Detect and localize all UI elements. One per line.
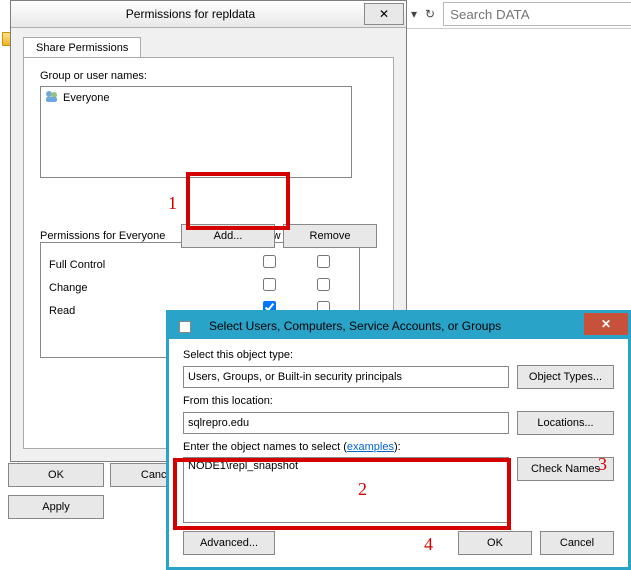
- ok-button[interactable]: OK: [458, 531, 532, 555]
- location-field: [183, 412, 509, 434]
- cancel-button[interactable]: Cancel: [540, 531, 614, 555]
- annotation-3: 3: [598, 454, 607, 475]
- dialog-title: Permissions for repldata: [19, 7, 362, 21]
- arrow-down-icon[interactable]: ▾: [411, 6, 417, 22]
- titlebar: Permissions for repldata ✕: [11, 1, 406, 28]
- perm-name: Change: [49, 279, 242, 297]
- location-label: From this location:: [183, 395, 614, 407]
- group-icon: [45, 89, 59, 106]
- close-button[interactable]: ✕: [364, 3, 404, 25]
- app-icon: [179, 321, 191, 333]
- object-types-button[interactable]: Object Types...: [517, 365, 614, 389]
- annotation-2: 2: [358, 479, 367, 500]
- add-button[interactable]: Add...: [181, 224, 275, 248]
- object-type-label: Select this object type:: [183, 349, 614, 361]
- perm-name: Full Control: [49, 256, 242, 274]
- apply-button[interactable]: Apply: [8, 495, 104, 519]
- annotation-4: 4: [424, 534, 433, 555]
- user-list[interactable]: Everyone: [40, 86, 352, 178]
- allow-checkbox[interactable]: [263, 255, 276, 268]
- refresh-icon[interactable]: ↻: [425, 6, 435, 22]
- list-item-label: Everyone: [63, 92, 109, 104]
- group-label: Group or user names:: [40, 70, 377, 82]
- names-label-post: ):: [394, 441, 401, 453]
- search-input[interactable]: [443, 2, 631, 26]
- explorer-toolbar: ▾ ↻: [405, 0, 631, 29]
- advanced-button[interactable]: Advanced...: [183, 531, 275, 555]
- deny-checkbox[interactable]: [317, 278, 330, 291]
- perm-row: Full Control: [45, 253, 355, 276]
- names-label-pre: Enter the object names to select (: [183, 441, 347, 453]
- object-type-field: [183, 366, 509, 388]
- examples-link[interactable]: examples: [347, 441, 394, 453]
- select-users-title: Select Users, Computers, Service Account…: [209, 319, 501, 333]
- deny-checkbox[interactable]: [317, 255, 330, 268]
- remove-button[interactable]: Remove: [283, 224, 377, 248]
- close-button[interactable]: ✕: [584, 313, 628, 335]
- object-names-label: Enter the object names to select (exampl…: [183, 441, 614, 453]
- locations-button[interactable]: Locations...: [517, 411, 614, 435]
- list-item[interactable]: Everyone: [41, 87, 351, 108]
- select-users-titlebar: Select Users, Computers, Service Account…: [169, 313, 628, 339]
- ok-button-outer[interactable]: OK: [8, 463, 104, 487]
- close-icon: ✕: [601, 317, 611, 331]
- tab-strip: Share Permissions: [23, 36, 398, 57]
- annotation-1: 1: [168, 193, 177, 214]
- allow-checkbox[interactable]: [263, 278, 276, 291]
- close-icon: ✕: [379, 7, 389, 21]
- object-names-input[interactable]: NODE1\repl_snapshot: [183, 457, 509, 523]
- select-users-dialog: Select Users, Computers, Service Account…: [166, 310, 631, 570]
- tab-share-permissions[interactable]: Share Permissions: [23, 37, 141, 58]
- perm-row: Change: [45, 276, 355, 299]
